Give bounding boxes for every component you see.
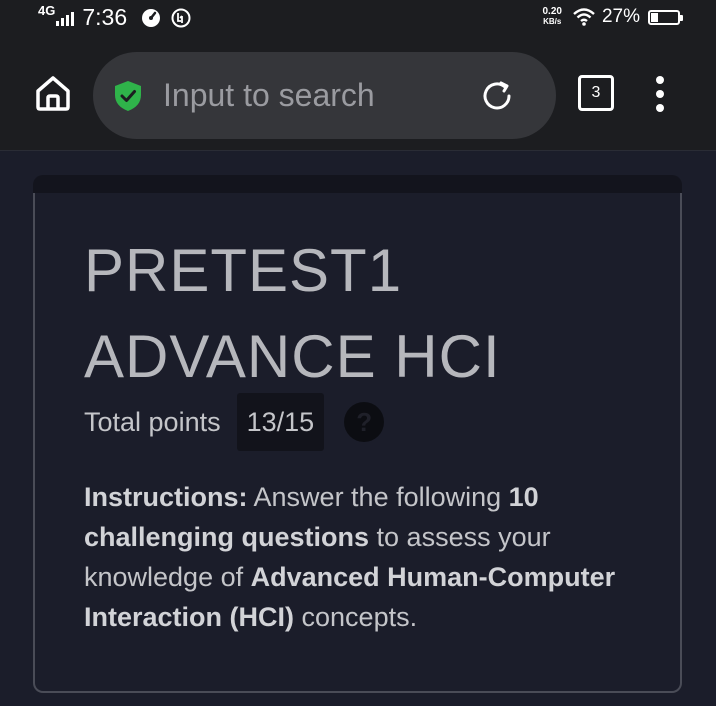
network-type: 4G [38,3,56,18]
help-icon[interactable]: ? [344,402,385,442]
battery-icon [648,9,683,25]
signal-icon [56,10,75,26]
instructions-label: Instructions: [84,482,248,512]
score-badge: 13/15 [236,393,325,451]
form-title: PRETEST1 ADVANCE HCI [84,237,501,390]
home-icon[interactable] [34,75,72,111]
address-bar[interactable]: Input to search [93,52,556,139]
wifi-icon [573,8,595,26]
shield-check-icon [115,81,141,111]
timer-icon [142,8,161,27]
reload-icon[interactable] [479,78,515,114]
data-saver-icon [171,8,191,27]
status-bar: 4G 7:36 0.20 KB/s 27% [0,0,716,38]
points-label: Total points [84,406,221,437]
form-instructions: Instructions: Answer the following 10 ch… [84,482,616,632]
more-vert-icon[interactable] [649,74,671,114]
points-row: Total points 13/15 ? [84,393,385,451]
clock: 7:36 [82,4,128,30]
network-speed: 0.20 KB/s [542,6,562,27]
browser-toolbar: Input to search 3 [0,38,716,151]
battery-percent: 27% [601,6,640,27]
address-input[interactable]: Input to search [163,77,375,114]
tabs-count-button[interactable]: 3 [578,75,614,111]
